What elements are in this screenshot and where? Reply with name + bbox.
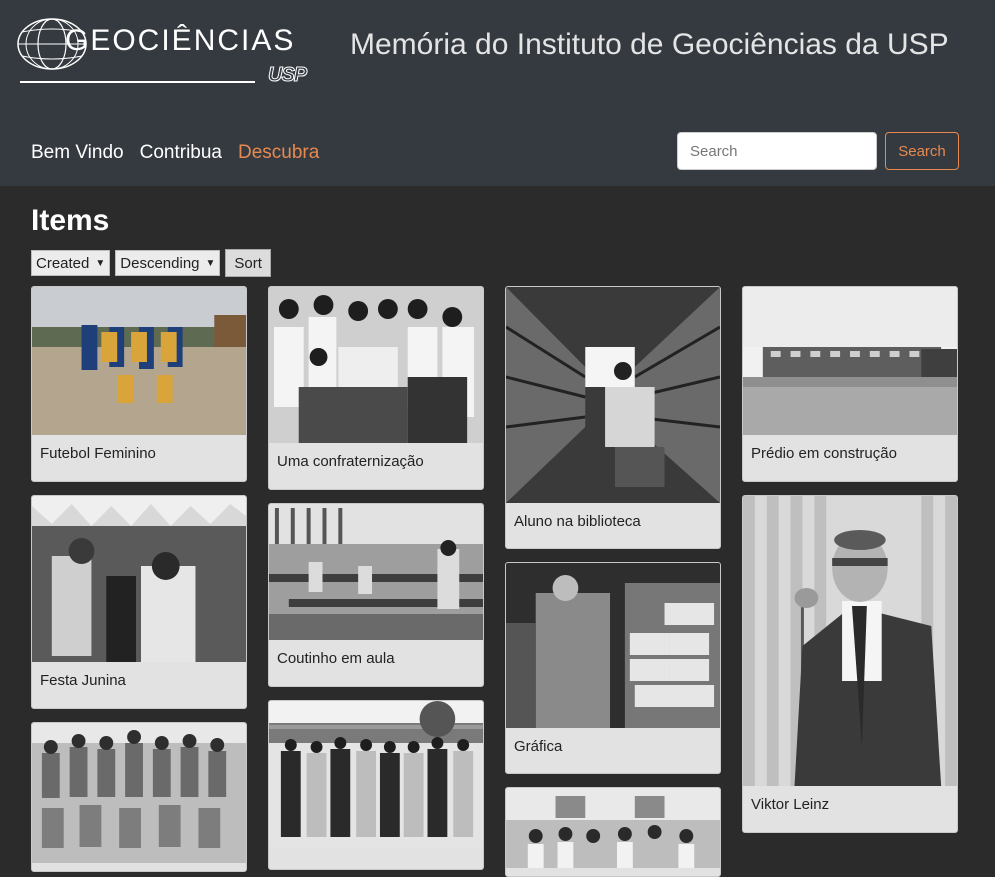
item-photo[interactable] [269,504,483,640]
nav-bem-vindo[interactable]: Bem Vindo [31,142,124,164]
item-photo[interactable] [32,287,246,435]
sort-button[interactable]: Sort [225,249,271,277]
main-navigation: Bem Vindo Contribua Descubra [31,142,319,164]
nav-descubra[interactable]: Descubra [238,142,319,164]
item-card[interactable] [505,787,721,877]
item-caption[interactable]: Viktor Leinz [743,786,957,813]
usp-logo-text: USP [267,64,307,87]
item-photo[interactable] [269,701,483,847]
sort-order-value: Descending [120,254,200,272]
item-caption[interactable]: Futebol Feminino [32,435,246,462]
item-card[interactable]: Festa Junina [31,495,247,709]
sort-field-value: Created [36,254,90,272]
site-title[interactable]: Memória do Instituto de Geociências da U… [350,26,970,64]
nav-contribua[interactable]: Contribua [140,142,222,164]
item-photo[interactable] [32,723,246,863]
item-caption[interactable]: Gráfica [506,728,720,755]
item-card[interactable]: Uma confraternização [268,286,484,490]
item-photo[interactable] [506,788,720,868]
item-caption[interactable]: Festa Junina [32,662,246,689]
item-card[interactable]: Prédio em construção [742,286,958,482]
geociencias-logo[interactable]: GEOCIÊNCIAS USP [16,14,318,88]
search-input[interactable] [677,132,877,170]
item-caption[interactable]: Coutinho em aula [269,640,483,667]
page-title: Items [31,204,110,237]
item-photo[interactable] [506,287,720,503]
item-card[interactable] [268,700,484,870]
chevron-down-icon: ▼ [95,257,106,269]
sort-order-select[interactable]: Descending ▼ [115,250,221,276]
site-header: GEOCIÊNCIAS USP Memória do Instituto de … [0,0,995,186]
item-card[interactable]: Gráfica [505,562,721,774]
item-card[interactable]: Futebol Feminino [31,286,247,482]
search-button[interactable]: Search [885,132,959,170]
logo-text: GEOCIÊNCIAS [65,24,296,57]
item-photo[interactable] [506,563,720,728]
sort-controls: Created ▼ Descending ▼ Sort [31,249,271,277]
item-card[interactable]: Coutinho em aula [268,503,484,687]
sort-field-select[interactable]: Created ▼ [31,250,111,276]
item-photo[interactable] [743,287,957,435]
item-photo[interactable] [269,287,483,443]
logo-divider [20,81,255,83]
item-caption[interactable]: Prédio em construção [743,435,957,462]
chevron-down-icon: ▼ [205,257,216,269]
item-caption[interactable]: Aluno na biblioteca [506,503,720,530]
item-card[interactable]: Aluno na biblioteca [505,286,721,549]
item-card[interactable] [31,722,247,872]
item-photo[interactable] [743,496,957,786]
item-caption[interactable]: Uma confraternização [269,443,483,470]
item-photo[interactable] [32,496,246,662]
item-card[interactable]: Viktor Leinz [742,495,958,833]
